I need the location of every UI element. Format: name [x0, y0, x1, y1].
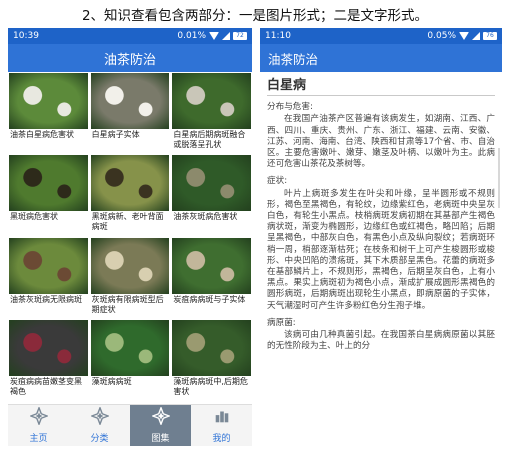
gallery-item-label: 黑斑病危害状 [10, 212, 58, 222]
leaf-photo[interactable] [9, 319, 88, 376]
gallery-item-label: 藻斑病病斑 [91, 376, 132, 386]
status-bar: 10:39 0.01% 72 [8, 28, 252, 44]
section-title: 病原菌: [267, 317, 296, 328]
article-phone-screen: 11:10 0.05% 76 油茶防治 白星病 分布与危害: 在我国产油茶产区普遍… [260, 28, 502, 446]
gallery-item-label: 油茶白星病危害状 [10, 130, 74, 139]
battery-icon: 72 [233, 32, 247, 40]
leaf-photo[interactable] [90, 237, 170, 294]
gallery-item[interactable]: 灰斑病有限病斑型后期症状 [90, 237, 170, 320]
app-title: 油茶防治 [8, 44, 252, 72]
gallery-item-label: 油茶灰斑病无限病斑 [10, 294, 82, 304]
gallery-item[interactable]: 炭疽病病苗嫩茎变黑褐色 [9, 319, 88, 402]
gallery-item[interactable]: 油茶灰斑病无限病斑 [9, 237, 88, 320]
leaf-photo[interactable] [9, 155, 88, 212]
gallery-item-label: 白星病后期病斑融合或脱落呈孔状 [173, 130, 246, 149]
bottom-tab-bar: 主页 分类 图集 我的 [8, 404, 252, 446]
section-title: 分布与危害: [267, 102, 313, 113]
tab-label: 主页 [29, 434, 48, 444]
tab-profile[interactable]: 我的 [191, 405, 252, 446]
home-star-icon [28, 405, 49, 431]
gallery-item[interactable]: 白星病子实体 [90, 73, 170, 155]
article-body[interactable]: 白星病 分布与危害: 在我国产油茶产区普遍有该病发生，如湖南、江西、广西、四川、重… [260, 72, 502, 352]
image-grid: 油茶白星病危害状 白星病子实体 白星病后期病斑融合或脱落呈孔状黑斑病危害状 黑斑病新、… [8, 72, 252, 402]
section-body: 叶片上病斑多发生在叶尖和叶缘，呈半圆形或不规则形，褐色至黑褐色，有轮纹，边缘紫红… [267, 188, 495, 311]
gallery-item[interactable]: 黑斑病新、老叶背面病斑 [90, 155, 170, 237]
leaf-photo[interactable] [172, 237, 251, 294]
wifi-icon [209, 32, 219, 40]
tab-category-star[interactable]: 分类 [69, 405, 130, 446]
data-speed: 0.01% [177, 31, 206, 41]
status-time: 11:10 [265, 31, 291, 41]
tab-home-star[interactable]: 主页 [8, 405, 69, 446]
gallery-star-icon [150, 405, 171, 431]
gallery-item[interactable]: 藻斑病病斑 [90, 319, 170, 402]
gallery-phone-screen: 10:39 0.01% 72 油茶防治 油茶白星病危害状 白星病子实体 白星病后期病… [8, 28, 252, 446]
gallery-item[interactable]: 油茶灰斑病危害状 [172, 155, 251, 237]
page-caption: 2、知识查看包含两部分：一是图片形式；二是文字形式。 [81, 8, 429, 24]
leaf-photo[interactable] [172, 319, 251, 376]
signal-icon [472, 32, 480, 40]
gallery-item-label: 炭疽病病苗嫩茎变黑褐色 [10, 376, 82, 396]
section-body: 在我国产油茶产区普遍有该病发生，如湖南、江西、广西、四川、重庆、贵州、广东、浙江… [267, 114, 495, 170]
gallery-item[interactable]: 黑斑病危害状 [9, 155, 88, 237]
leaf-photo[interactable] [9, 237, 88, 294]
gallery-item-label: 白星病子实体 [91, 130, 140, 139]
status-bar: 11:10 0.05% 76 [260, 28, 502, 44]
leaf-photo[interactable] [90, 73, 170, 129]
tab-label: 分类 [90, 434, 109, 444]
scrollbar[interactable] [498, 148, 500, 208]
leaf-photo[interactable] [90, 155, 170, 212]
profile-icon [213, 407, 231, 431]
tab-gallery-star[interactable]: 图集 [130, 405, 191, 446]
signal-icon [222, 32, 230, 40]
leaf-photo[interactable] [172, 73, 251, 129]
heading-divider [267, 95, 495, 97]
leaf-photo[interactable] [9, 73, 88, 129]
app-title: 油茶防治 [260, 44, 502, 72]
section-title: 症状: [267, 176, 288, 187]
battery-icon: 76 [483, 32, 497, 40]
category-star-icon [89, 405, 110, 431]
gallery-item-label: 藻斑病病斑中,后期危害状 [173, 376, 248, 396]
gallery-item-label: 油茶灰斑病危害状 [173, 212, 238, 222]
gallery-item-label: 黑斑病新、老叶背面病斑 [91, 212, 164, 232]
leaf-photo[interactable] [172, 155, 251, 212]
gallery-item[interactable]: 白星病后期病斑融合或脱落呈孔状 [172, 73, 251, 155]
wifi-icon [459, 32, 469, 40]
status-time: 10:39 [13, 31, 39, 41]
gallery-item[interactable]: 油茶白星病危害状 [9, 73, 88, 155]
tab-label: 图集 [151, 434, 170, 444]
gallery-item[interactable]: 炭疽病病斑与子实体 [172, 237, 251, 320]
leaf-photo[interactable] [90, 319, 170, 376]
section-body: 该病可由几种真菌引起。在我国茶白星病病原菌以其胚的无性阶段为主、叶上的分 [267, 330, 495, 352]
gallery-item-label: 炭疽病病斑与子实体 [173, 294, 246, 304]
data-speed: 0.05% [427, 31, 456, 41]
gallery-item[interactable]: 藻斑病病斑中,后期危害状 [172, 319, 251, 402]
tab-label: 我的 [212, 434, 231, 444]
gallery-item-label: 灰斑病有限病斑型后期症状 [91, 294, 164, 314]
article-heading: 白星病 [267, 78, 307, 93]
